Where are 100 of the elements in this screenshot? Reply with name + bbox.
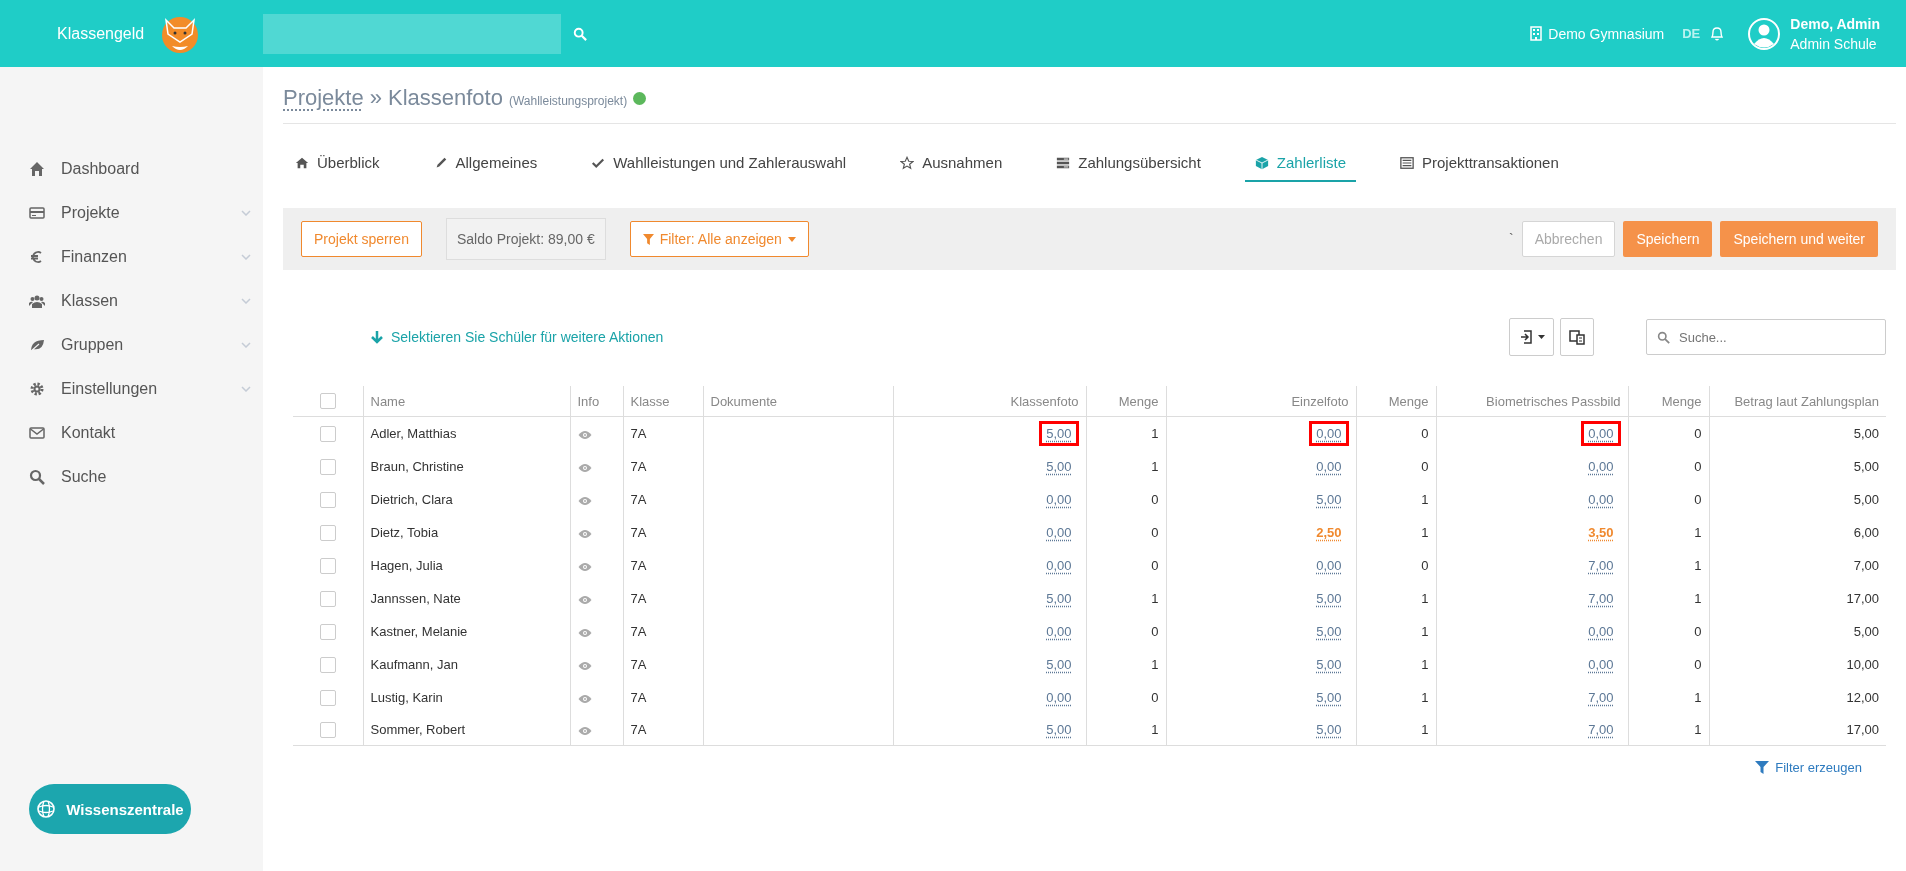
caret-icon: [1538, 335, 1545, 339]
amount-link[interactable]: 5,00: [1309, 652, 1349, 677]
total-cell: 5,00: [1853, 624, 1879, 639]
table-search-field[interactable]: Suche...: [1646, 319, 1886, 355]
total-cell: 12,00: [1846, 690, 1879, 705]
page-title: Klassenfoto: [387, 85, 503, 111]
row-checkbox[interactable]: [320, 491, 336, 508]
eye-icon[interactable]: [577, 627, 592, 638]
row-checkbox[interactable]: [320, 425, 336, 442]
amount-link[interactable]: 5,00: [1039, 454, 1079, 479]
amount-link[interactable]: 5,00: [1309, 717, 1349, 742]
quantity-cell: 1: [1421, 591, 1429, 606]
breadcrumb-link[interactable]: Projekte: [283, 85, 364, 111]
eye-icon[interactable]: [577, 693, 592, 704]
amount-link[interactable]: 5,00: [1039, 586, 1079, 611]
eye-icon[interactable]: [577, 429, 592, 440]
amount-link[interactable]: 5,00: [1309, 487, 1349, 512]
sidebar-item[interactable]: Projekte: [0, 191, 263, 235]
sidebar-item[interactable]: Gruppen: [0, 323, 263, 367]
amount-link[interactable]: 7,00: [1581, 553, 1621, 578]
amount-link[interactable]: 7,00: [1581, 685, 1621, 710]
caret-icon: [787, 236, 796, 242]
amount-link[interactable]: 7,00: [1581, 586, 1621, 611]
filter-dropdown[interactable]: Filter: Alle anzeigen: [629, 221, 809, 257]
quantity-cell: 1: [1694, 722, 1702, 737]
amount-link[interactable]: 7,00: [1581, 717, 1621, 742]
amount-link[interactable]: 0,00: [1039, 520, 1079, 545]
eye-icon[interactable]: [577, 462, 592, 473]
create-filter-link[interactable]: Filter erzeugen: [1755, 760, 1862, 775]
amount-link[interactable]: 0,00: [1039, 685, 1079, 710]
chevron-down-icon[interactable]: [241, 210, 251, 216]
tab[interactable]: Überblick: [285, 144, 390, 182]
tab[interactable]: Zahlerliste: [1244, 144, 1356, 182]
lock-project-button[interactable]: Projekt sperren: [301, 221, 422, 257]
search-icon: [29, 469, 45, 485]
sidebar-item[interactable]: Finanzen: [0, 235, 263, 279]
amount-link[interactable]: 2,50: [1309, 520, 1349, 545]
search-icon[interactable]: [573, 26, 587, 41]
columns-button[interactable]: [1560, 318, 1594, 356]
export-dropdown[interactable]: [1509, 318, 1554, 356]
sidebar-item[interactable]: Dashboard: [0, 147, 263, 191]
card-icon: [29, 205, 45, 221]
row-checkbox[interactable]: [320, 458, 336, 475]
sidebar-item[interactable]: Kontakt: [0, 411, 263, 455]
sidebar-item[interactable]: Suche: [0, 455, 263, 499]
column-header: Biometrisches Passbild: [1486, 393, 1621, 409]
row-checkbox[interactable]: [320, 524, 336, 541]
amount-link[interactable]: 5,00: [1039, 421, 1079, 446]
eye-icon[interactable]: [577, 660, 592, 671]
row-checkbox[interactable]: [320, 656, 336, 673]
row-checkbox[interactable]: [320, 689, 336, 706]
amount-link[interactable]: 0,00: [1581, 421, 1621, 446]
sidebar-item[interactable]: Einstellungen: [0, 367, 263, 411]
tab[interactable]: Zahlungsübersicht: [1046, 144, 1211, 182]
amount-link[interactable]: 3,50: [1581, 520, 1621, 545]
tab[interactable]: Projekttransaktionen: [1390, 144, 1569, 182]
eye-icon[interactable]: [577, 528, 592, 539]
tab[interactable]: Ausnahmen: [890, 144, 1013, 182]
stray-mark: `: [1509, 231, 1514, 247]
row-checkbox[interactable]: [320, 623, 336, 640]
sidebar-item[interactable]: Klassen: [0, 279, 263, 323]
amount-link[interactable]: 0,00: [1581, 619, 1621, 644]
gear-icon: [29, 381, 45, 397]
amount-link[interactable]: 5,00: [1309, 685, 1349, 710]
amount-link[interactable]: 0,00: [1581, 487, 1621, 512]
avatar-icon[interactable]: [1748, 17, 1781, 50]
tab[interactable]: Wahlleistungen und Zahlerauswahl: [581, 144, 857, 182]
amount-link[interactable]: 0,00: [1039, 553, 1079, 578]
building-icon: [1530, 26, 1543, 41]
class-cell: 7A: [630, 426, 647, 441]
total-cell: 5,00: [1853, 492, 1879, 507]
select-all-checkbox[interactable]: [320, 393, 336, 410]
bell-icon[interactable]: [1710, 26, 1725, 41]
eye-icon[interactable]: [577, 594, 592, 605]
amount-link[interactable]: 0,00: [1309, 421, 1349, 446]
help-center-button[interactable]: Wissenszentrale: [29, 784, 191, 834]
amount-link[interactable]: 5,00: [1039, 652, 1079, 677]
amount-link[interactable]: 5,00: [1039, 717, 1079, 742]
row-checkbox[interactable]: [320, 590, 336, 607]
cube-icon: [1254, 155, 1269, 170]
total-cell: 10,00: [1846, 657, 1879, 672]
amount-link[interactable]: 0,00: [1039, 487, 1079, 512]
amount-link[interactable]: 0,00: [1309, 553, 1349, 578]
eye-icon[interactable]: [577, 725, 592, 736]
amount-link[interactable]: 5,00: [1309, 586, 1349, 611]
chevron-down-icon[interactable]: [241, 386, 251, 392]
amount-link[interactable]: 5,00: [1309, 619, 1349, 644]
amount-link[interactable]: 0,00: [1581, 652, 1621, 677]
chevron-down-icon[interactable]: [241, 254, 251, 260]
chevron-down-icon[interactable]: [241, 342, 251, 348]
row-checkbox[interactable]: [320, 721, 336, 738]
amount-link[interactable]: 0,00: [1581, 454, 1621, 479]
chevron-down-icon[interactable]: [241, 298, 251, 304]
amount-link[interactable]: 0,00: [1309, 454, 1349, 479]
class-cell: 7A: [630, 624, 647, 639]
eye-icon[interactable]: [577, 495, 592, 506]
eye-icon[interactable]: [577, 561, 592, 572]
row-checkbox[interactable]: [320, 557, 336, 574]
tab[interactable]: Allgemeines: [423, 144, 548, 182]
amount-link[interactable]: 0,00: [1039, 619, 1079, 644]
